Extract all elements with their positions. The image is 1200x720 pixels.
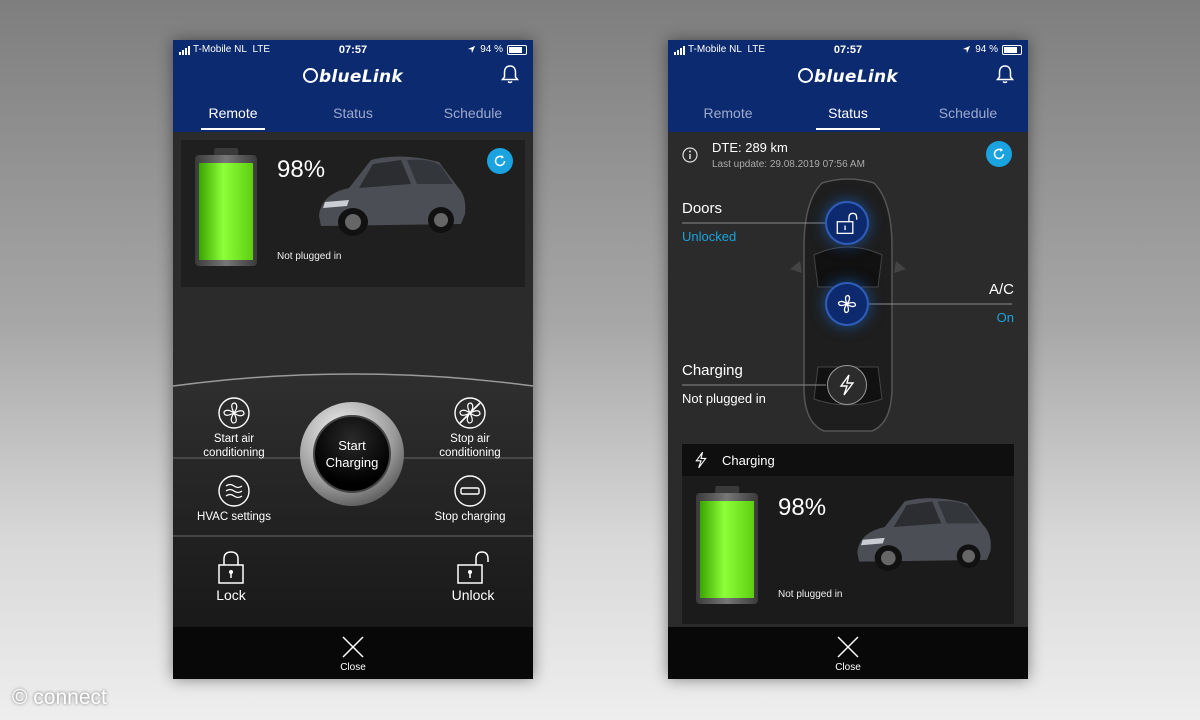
refresh-button[interactable]: [986, 141, 1012, 167]
battery-card: 98% Not plugged in: [181, 140, 525, 287]
car-image: [319, 156, 466, 236]
refresh-icon: [993, 148, 1005, 160]
fan-off-icon: [454, 397, 486, 429]
lightning-icon: [695, 451, 707, 469]
tab-schedule[interactable]: Schedule: [908, 102, 1028, 132]
status-bar-right: 94 %: [962, 44, 1022, 55]
refresh-button[interactable]: [487, 148, 513, 174]
fan-icon: [837, 294, 857, 314]
tab-bar: Remote Status Schedule: [668, 102, 1028, 132]
doors-status-button[interactable]: [827, 203, 867, 243]
stop-charging-button[interactable]: Stop charging: [423, 474, 517, 524]
hvac-settings-button[interactable]: HVAC settings: [187, 474, 281, 524]
charging-status-button[interactable]: [827, 365, 867, 405]
close-button[interactable]: Close: [173, 627, 533, 679]
charging-card: Charging 98% Not plugged in: [682, 444, 1014, 624]
start-ac-button[interactable]: Start air conditioning: [191, 396, 277, 460]
bell-icon[interactable]: [996, 64, 1014, 84]
battery-gauge: [195, 148, 257, 266]
ac-status-button[interactable]: [827, 284, 867, 324]
car-image: [857, 498, 991, 571]
battery-percent: 98%: [778, 494, 827, 521]
plug-status: Not plugged in: [277, 251, 342, 262]
unlock-icon: [457, 551, 489, 584]
watermark: © connect: [12, 686, 107, 709]
unlock-icon: [836, 212, 858, 234]
refresh-icon: [494, 155, 506, 167]
lightning-icon: [839, 374, 855, 396]
info-icon: [682, 147, 698, 163]
bluelink-logo-icon: [797, 68, 813, 83]
doors-label: Doors: [682, 200, 723, 217]
location-arrow-icon: [963, 45, 971, 54]
tab-remote[interactable]: Remote: [668, 102, 788, 132]
app-header: T-Mobile NL LTE 07:57 94 % blueLink Remo…: [668, 40, 1028, 132]
hvac-icon: [218, 475, 250, 507]
lock-button[interactable]: Lock: [201, 550, 261, 604]
status-screen: T-Mobile NL LTE 07:57 94 % blueLink Remo…: [668, 40, 1028, 679]
battery-status-icon: [507, 44, 527, 55]
tab-schedule[interactable]: Schedule: [413, 102, 533, 132]
charging-card-header: Charging: [682, 444, 1014, 476]
tab-status[interactable]: Status: [788, 102, 908, 132]
dte-value: DTE: 289 km: [712, 140, 788, 155]
app-logo: blueLink: [668, 67, 1028, 87]
lock-icon: [218, 551, 244, 584]
charging-value: Not plugged in: [682, 391, 766, 406]
fan-icon: [218, 397, 250, 429]
battery-gauge: [696, 486, 758, 604]
charging-label: Charging: [682, 362, 743, 379]
last-update: Last update: 29.08.2019 07:56 AM: [712, 159, 865, 170]
app-logo: blueLink: [173, 67, 533, 87]
start-charging-button[interactable]: Start Charging: [300, 402, 404, 506]
ac-label: A/C: [988, 281, 1014, 298]
remote-screen: T-Mobile NL LTE 07:57 94 % blueLink Remo…: [173, 40, 533, 679]
bluelink-logo-icon: [302, 68, 318, 83]
app-header: T-Mobile NL LTE 07:57 94 % blueLink Remo…: [173, 40, 533, 132]
status-bar-right: 94 %: [467, 44, 527, 55]
stop-ac-button[interactable]: Stop air conditioning: [427, 396, 513, 460]
tab-status[interactable]: Status: [293, 102, 413, 132]
location-arrow-icon: [468, 45, 476, 54]
bell-icon[interactable]: [501, 64, 519, 84]
plug-status: Not plugged in: [778, 589, 843, 600]
charging-card-title: Charging: [722, 453, 775, 468]
stop-charging-icon: [454, 475, 486, 507]
close-icon: [342, 636, 364, 658]
tab-remote[interactable]: Remote: [173, 102, 293, 132]
close-icon: [837, 636, 859, 658]
battery-status-icon: [1002, 44, 1022, 55]
unlock-button[interactable]: Unlock: [443, 550, 503, 604]
doors-value: Unlocked: [682, 229, 737, 244]
tab-bar: Remote Status Schedule: [173, 102, 533, 132]
close-button[interactable]: Close: [668, 627, 1028, 679]
ac-value: On: [996, 310, 1014, 325]
